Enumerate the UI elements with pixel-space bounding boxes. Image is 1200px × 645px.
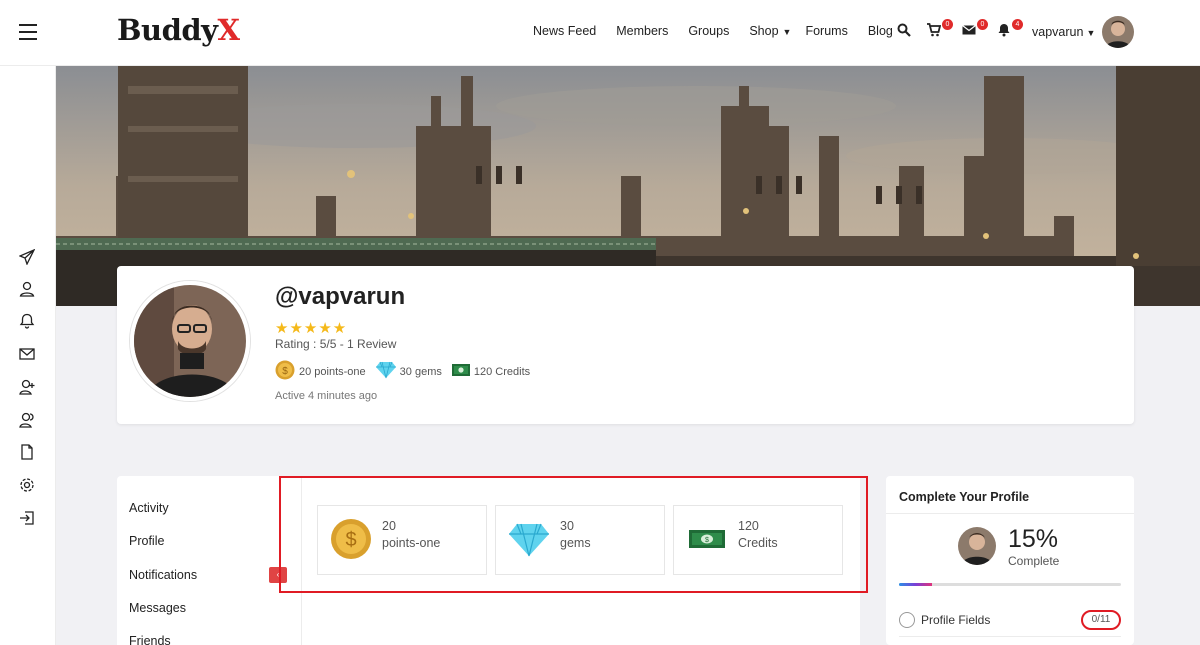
- coin-icon: $: [275, 360, 295, 383]
- cash-icon: [451, 364, 470, 379]
- cart-icon[interactable]: 0: [927, 19, 953, 41]
- gems-value: 30: [560, 519, 574, 533]
- notifications-badge: 4: [1012, 19, 1023, 30]
- site-logo[interactable]: BuddyX: [117, 13, 240, 47]
- subnav-activity[interactable]: Activity: [129, 501, 169, 515]
- envelope-icon[interactable]: 0: [962, 19, 988, 41]
- paper-plane-icon[interactable]: [18, 248, 37, 267]
- nav-blog[interactable]: Blog: [868, 24, 893, 38]
- points-value: 20: [382, 519, 396, 533]
- svg-text:$: $: [282, 366, 288, 377]
- nav-groups[interactable]: Groups: [688, 24, 729, 38]
- divider: [886, 513, 1134, 514]
- document-icon[interactable]: [19, 444, 37, 462]
- completion-label: Complete: [1008, 554, 1060, 568]
- groups-icon[interactable]: [19, 412, 37, 430]
- user-menu[interactable]: vapvarun ▼: [1032, 25, 1095, 39]
- credits-type: Credits: [738, 536, 778, 550]
- user-name-label: vapvarun: [1032, 25, 1084, 39]
- avatar[interactable]: [1102, 16, 1134, 48]
- collapse-toggle[interactable]: ‹: [269, 567, 287, 583]
- search-icon[interactable]: [897, 23, 915, 41]
- subnav-notifications[interactable]: Notifications: [129, 568, 197, 582]
- nav-news-feed[interactable]: News Feed: [533, 24, 596, 38]
- messages-badge: 0: [977, 19, 988, 30]
- points-item: $ 20 points-one: [275, 360, 366, 383]
- credits-value: 120: [738, 519, 759, 533]
- star-rating: ★★★★★: [275, 320, 348, 337]
- points-box: $ 20 points-one: [317, 505, 487, 575]
- gems-type: gems: [560, 536, 591, 550]
- left-rail: [0, 66, 56, 645]
- user-icon[interactable]: [19, 281, 37, 299]
- logout-icon[interactable]: [19, 510, 37, 528]
- subnav-messages[interactable]: Messages: [129, 601, 186, 615]
- envelope-icon[interactable]: [19, 346, 37, 364]
- nav-shop-label: Shop: [749, 24, 779, 38]
- completion-progress: [899, 583, 1121, 586]
- widget-title: Complete Your Profile: [899, 490, 1030, 504]
- chevron-down-icon: ▼: [1086, 28, 1096, 38]
- gems-item: 30 gems: [375, 361, 442, 382]
- profile-fields-count: 0/11: [1081, 610, 1121, 630]
- credits-box: $ 120 Credits: [673, 505, 843, 575]
- chevron-down-icon: ▼: [782, 27, 792, 37]
- rating-text: Rating : 5/5 - 1 Review: [275, 337, 397, 351]
- gems-box: 30 gems: [495, 505, 665, 575]
- main-nav: News Feed Members Groups Shop ▼ Forums Bl…: [533, 24, 913, 38]
- svg-text:$: $: [705, 537, 709, 544]
- progress-fill: [899, 583, 933, 586]
- profile-subnav: Activity Profile Notifications Messages …: [117, 476, 301, 645]
- nav-members[interactable]: Members: [616, 24, 668, 38]
- profile-handle: @vapvarun: [275, 283, 406, 310]
- site-header: BuddyX News Feed Members Groups Shop ▼ Fo…: [0, 0, 1200, 66]
- gem-icon: [508, 518, 550, 560]
- profile-fields-radio[interactable]: [899, 612, 915, 628]
- last-active: Active 4 minutes ago: [275, 390, 378, 402]
- profile-avatar[interactable]: [130, 281, 250, 401]
- points-type: points-one: [382, 536, 441, 550]
- avatar: [958, 527, 996, 565]
- cart-badge: 0: [942, 19, 953, 30]
- gem-icon: [375, 361, 396, 382]
- points-summary: $ 20 points-one 30 gems 120 Credits: [275, 360, 540, 383]
- svg-text:$: $: [345, 529, 356, 551]
- nav-shop[interactable]: Shop ▼: [749, 24, 791, 38]
- subnav-friends[interactable]: Friends: [129, 634, 171, 645]
- points-label: 20 points-one: [299, 365, 366, 378]
- divider: [899, 636, 1121, 637]
- profile-fields-label[interactable]: Profile Fields: [921, 613, 990, 627]
- cash-icon: $: [686, 518, 728, 560]
- gems-label: 30 gems: [399, 365, 442, 378]
- completion-percent: 15%: [1008, 525, 1059, 553]
- coin-icon: $: [330, 518, 372, 560]
- complete-profile-widget: Complete Your Profile 15% Complete Profi…: [886, 476, 1134, 645]
- subnav-profile[interactable]: Profile: [129, 534, 164, 548]
- profile-card: @vapvarun ★★★★★ Rating : 5/5 - 1 Review …: [117, 266, 1134, 424]
- bell-icon[interactable]: 4: [997, 19, 1023, 41]
- menu-icon[interactable]: [19, 24, 37, 40]
- credits-label: 120 Credits: [473, 365, 531, 378]
- credits-item: 120 Credits: [451, 364, 531, 379]
- bell-icon[interactable]: [19, 313, 37, 331]
- add-friend-icon[interactable]: [19, 379, 37, 397]
- gear-icon[interactable]: [19, 477, 37, 495]
- nav-forums[interactable]: Forums: [805, 24, 847, 38]
